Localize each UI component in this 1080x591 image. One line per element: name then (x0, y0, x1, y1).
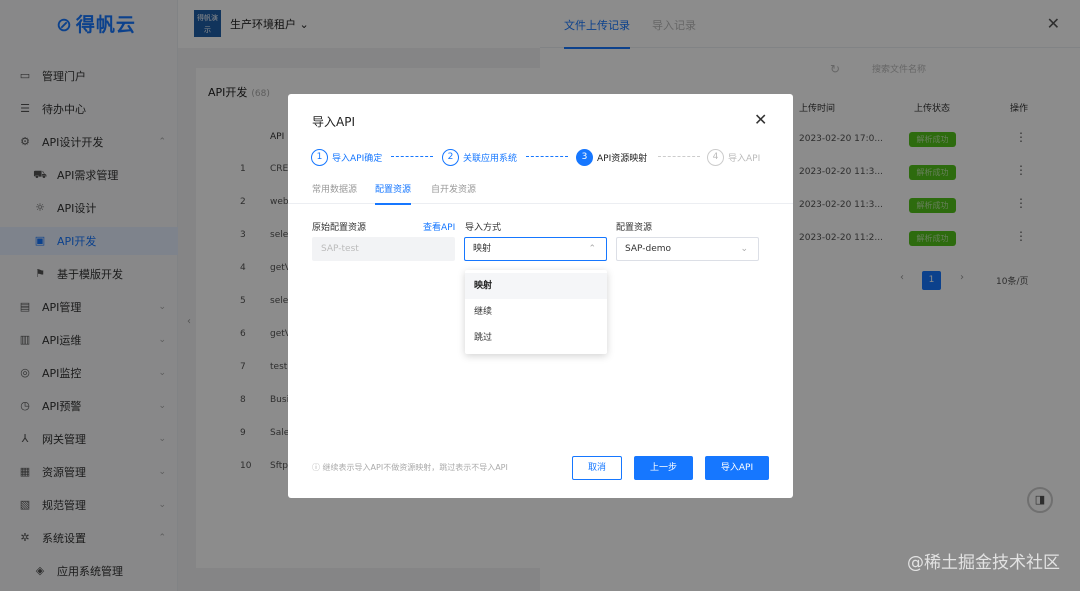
step-connector (391, 156, 433, 157)
import-mode-value: 映射 (473, 244, 492, 254)
option-map[interactable]: 映射 (465, 273, 607, 299)
step-number: 2 (442, 148, 459, 166)
step-number: 1 (311, 148, 328, 166)
import-mode-select[interactable]: 映射 ⌃ (464, 237, 607, 261)
option-skip[interactable]: 跳过 (465, 325, 607, 351)
resource-tabs: 常用数据源 配置资源 自开发资源 (288, 176, 793, 205)
help-hint: ⓘ 继续表示导入API不做资源映射，跳过表示不导入API (312, 463, 508, 472)
tab-self-dev-resource[interactable]: 自开发资源 (431, 182, 476, 195)
import-mode-label: 导入方式 (465, 223, 502, 233)
close-icon[interactable]: ✕ (754, 110, 767, 129)
import-api-dialog: 导入API ✕ 1 导入API确定 2 关联应用系统 3 API资源映射 4 导入API… (288, 94, 793, 498)
step-number: 3 (576, 148, 593, 166)
step-label: API资源映射 (597, 153, 648, 164)
import-mode-dropdown: 映射 继续 跳过 (465, 270, 607, 354)
dialog-title: 导入API (312, 115, 355, 129)
config-resource-label: 配置资源 (616, 223, 653, 233)
config-resource-select[interactable]: SAP-demo ⌄ (616, 237, 759, 261)
chevron-down-icon: ⌄ (740, 244, 748, 254)
step-connector (658, 156, 700, 157)
option-continue[interactable]: 继续 (465, 299, 607, 325)
step-3: 3 API资源映射 (576, 148, 647, 166)
step-connector (526, 156, 568, 157)
tab-config-resource[interactable]: 配置资源 (375, 182, 412, 205)
watermark: @稀土掘金技术社区 (907, 553, 1060, 573)
cancel-button[interactable]: 取消 (572, 456, 622, 480)
step-2: 2 关联应用系统 (442, 148, 517, 166)
step-number: 4 (707, 148, 724, 166)
step-label: 导入API确定 (332, 153, 383, 164)
chevron-up-icon: ⌃ (588, 244, 596, 254)
view-api-link[interactable]: 查看API (423, 220, 455, 233)
import-api-button[interactable]: 导入API (705, 456, 769, 480)
config-resource-value: SAP-demo (625, 244, 672, 254)
step-4: 4 导入API (707, 148, 760, 166)
source-resource-label: 原始配置资源 (312, 223, 367, 233)
tab-common-datasource[interactable]: 常用数据源 (312, 182, 357, 195)
step-label: 导入API (728, 153, 761, 164)
step-label: 关联应用系统 (463, 153, 518, 164)
source-resource-field: SAP-test (312, 237, 455, 261)
prev-step-button[interactable]: 上一步 (634, 456, 693, 480)
step-1: 1 导入API确定 (311, 148, 382, 166)
